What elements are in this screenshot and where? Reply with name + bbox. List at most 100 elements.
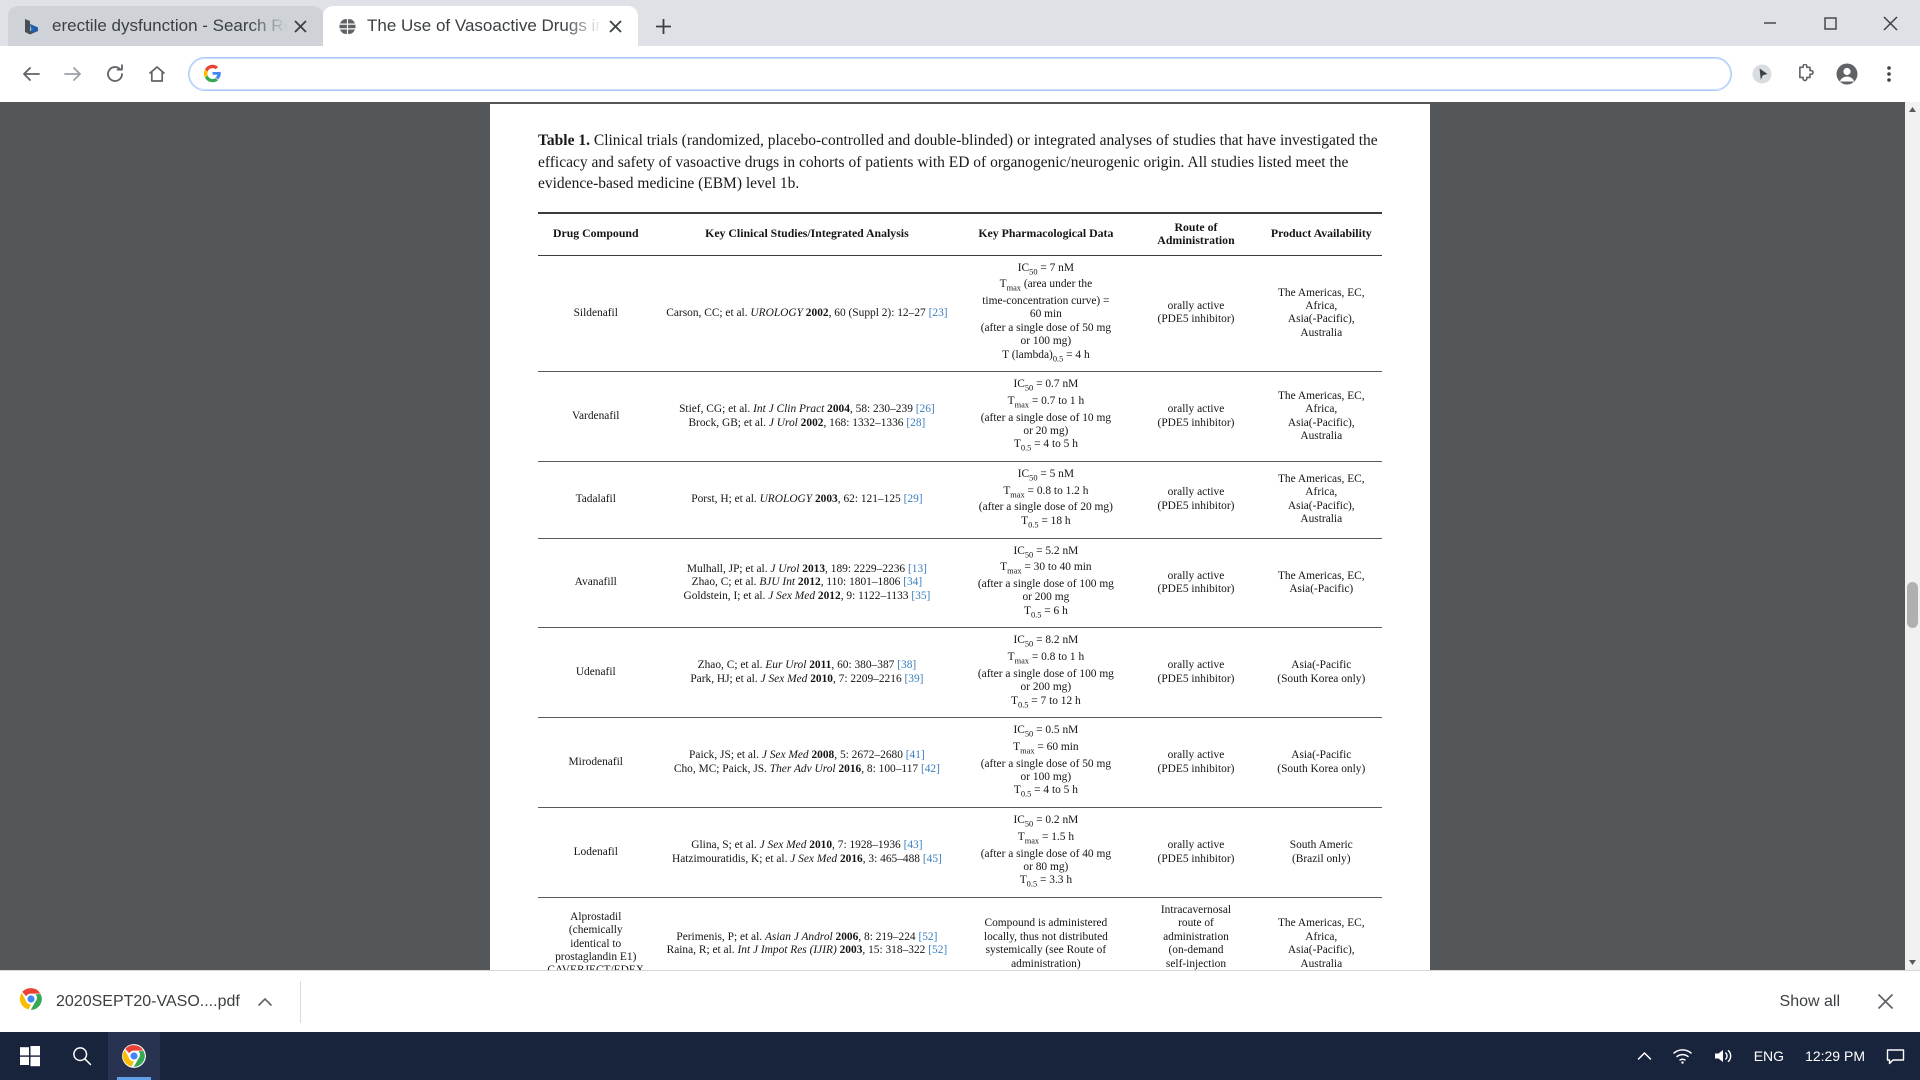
cell-drug-compound: Udenafil [575, 666, 616, 679]
three-dot-menu-icon[interactable] [1870, 55, 1908, 93]
cell-drug-compound: Sildenafil [573, 306, 618, 319]
system-tray: ENG 12:29 PM [1628, 1032, 1920, 1080]
tab-search-results[interactable]: erectile dysfunction - Search Res [8, 6, 323, 46]
reference-link[interactable]: [39] [905, 673, 924, 685]
reference-link[interactable]: [35] [911, 590, 930, 602]
table-row: Udenafil Zhao, C; et al. Eur Urol 2011, 6… [538, 628, 1382, 718]
cell-key-pharmacological-data: IC50 = 5 nM Tmax = 0.8 to 1.2 h (after a s… [978, 468, 1113, 530]
share-cursor-icon[interactable] [1744, 55, 1782, 93]
reference-link[interactable]: [52] [928, 944, 947, 956]
reference-link[interactable]: [26] [916, 403, 935, 415]
reference-link[interactable]: [34] [903, 576, 922, 588]
cell-product-availability: Asia(-Pacific (South Korea only) [1277, 659, 1366, 685]
new-tab-button[interactable] [646, 9, 680, 43]
reference-link[interactable]: [52] [918, 931, 937, 943]
scrollbar-thumb[interactable] [1907, 582, 1918, 628]
window-controls [1740, 0, 1920, 46]
cell-key-pharmacological-data: IC50 = 0.2 nM Tmax = 1.5 h (after a single… [980, 814, 1112, 889]
reference-link[interactable]: [38] [897, 659, 916, 671]
chevron-up-icon[interactable] [252, 989, 278, 1015]
taskbar-search-icon[interactable] [56, 1032, 108, 1080]
reference-link[interactable]: [43] [904, 839, 923, 851]
cell-drug-compound: Alprostadil (chemically identical to prosta… [547, 910, 644, 970]
caption-text: Clinical trials (randomized, placebo-con… [538, 132, 1378, 192]
cell-key-clinical-studies: Stief, CG; et al. Int J Clin Pract 2004,… [679, 403, 935, 429]
home-icon[interactable] [138, 55, 176, 93]
cell-route-of-administration: orally active (PDE5 inhibitor) [1157, 403, 1235, 429]
cell-drug-compound: Avanafill [574, 576, 617, 589]
tab-title: erectile dysfunction - Search Res [52, 16, 287, 35]
language-indicator[interactable]: ENG [1745, 1032, 1793, 1080]
tab-title: The Use of Vasoactive Drugs in th [367, 16, 602, 35]
close-window-button[interactable] [1860, 0, 1920, 46]
cell-route-of-administration: orally active (PDE5 inhibitor) [1157, 749, 1235, 775]
address-bar[interactable] [188, 57, 1732, 91]
cell-key-clinical-studies: Porst, H; et al. UROLOGY 2003, 62: 121–1… [691, 493, 923, 506]
table-row: Vardenafil Stief, CG; et al. Int J Clin P… [538, 372, 1382, 462]
reference-link[interactable]: [28] [906, 417, 925, 429]
cell-product-availability: South Americ (Brazil only) [1289, 839, 1353, 865]
forward-arrow-icon[interactable] [54, 55, 92, 93]
show-all-downloads-button[interactable]: Show all [1764, 984, 1856, 1020]
back-arrow-icon[interactable] [12, 55, 50, 93]
windows-start-icon[interactable] [4, 1032, 56, 1080]
close-icon[interactable] [602, 13, 628, 39]
cell-product-availability: The Americas, EC, Africa, Asia(-Pacific), A… [1277, 472, 1365, 526]
table-row: Alprostadil (chemically identical to prosta… [538, 898, 1382, 970]
speaker-volume-icon[interactable] [1704, 1032, 1743, 1080]
google-icon [203, 64, 223, 84]
bing-icon [22, 16, 42, 36]
cell-product-availability: The Americas, EC, Africa, Asia(-Pacific), A… [1277, 917, 1365, 970]
cell-route-of-administration: orally active (PDE5 inhibitor) [1157, 569, 1235, 595]
notifications-icon[interactable] [1877, 1032, 1914, 1080]
table-row: Tadalafil Porst, H; et al. UROLOGY 2003, … [538, 462, 1382, 539]
close-icon[interactable] [287, 13, 313, 39]
browser-toolbar [0, 46, 1920, 102]
cell-product-availability: Asia(-Pacific (South Korea only) [1277, 749, 1366, 775]
cell-product-availability: The Americas, EC, Africa, Asia(-Pacific), A… [1277, 389, 1365, 443]
scroll-down-arrow-icon[interactable] [1905, 955, 1920, 970]
cell-key-pharmacological-data: IC50 = 0.5 nM Tmax = 60 min (after a singl… [980, 724, 1112, 799]
reference-link[interactable]: [45] [923, 853, 942, 865]
tab-vasoactive-drugs[interactable]: The Use of Vasoactive Drugs in th [323, 6, 638, 46]
cell-drug-compound: Mirodenafil [568, 756, 623, 769]
tray-chevron-icon[interactable] [1628, 1032, 1661, 1080]
table-row: Mirodenafil Paick, JS; et al. J Sex Med 2… [538, 718, 1382, 808]
reference-link[interactable]: [23] [929, 307, 948, 319]
vertical-scrollbar[interactable] [1905, 102, 1920, 970]
reference-link[interactable]: [41] [906, 749, 925, 761]
cell-key-pharmacological-data: IC50 = 7 nM Tmax (area under the time-conc… [980, 261, 1112, 363]
cell-key-pharmacological-data: IC50 = 8.2 nM Tmax = 0.8 to 1 h (after a s… [977, 634, 1114, 709]
col-header-drug-compound: Drug Compound [552, 226, 639, 241]
scroll-up-arrow-icon[interactable] [1905, 102, 1920, 117]
wifi-icon[interactable] [1663, 1032, 1702, 1080]
address-input[interactable] [233, 65, 1717, 83]
cell-route-of-administration: orally active (PDE5 inhibitor) [1157, 486, 1235, 512]
download-item[interactable]: 2020SEPT20-VASO....pdf [18, 980, 301, 1023]
reference-link[interactable]: [13] [908, 563, 927, 575]
minimize-button[interactable] [1740, 0, 1800, 46]
table-caption: Table 1. Clinical trials (randomized, pl… [538, 130, 1382, 195]
reference-link[interactable]: [29] [904, 493, 923, 505]
col-header-key-clinical-studies: Key Clinical Studies/Integrated Analysis [705, 226, 909, 241]
table-body: Sildenafil Carson, CC; et al. UROLOGY 200… [538, 255, 1382, 970]
cell-key-clinical-studies: Paick, JS; et al. J Sex Med 2008, 5: 267… [673, 749, 940, 775]
col-header-route-of-administration: Route of Administration [1157, 219, 1235, 247]
maximize-button[interactable] [1800, 0, 1860, 46]
reference-link[interactable]: [42] [921, 763, 940, 775]
pdf-viewer: Table 1. Clinical trials (randomized, pl… [0, 102, 1920, 970]
cell-route-of-administration: Intracavernosal route of administration (on… [1160, 904, 1232, 970]
profile-icon[interactable] [1828, 55, 1866, 93]
browser-window: erectile dysfunction - Search Res The Us… [0, 0, 1920, 1080]
cell-drug-compound: Tadalafil [575, 493, 616, 506]
cell-key-pharmacological-data: IC50 = 0.7 nM Tmax = 0.7 to 1 h (after a s… [980, 378, 1112, 453]
table-row: Sildenafil Carson, CC; et al. UROLOGY 200… [538, 255, 1382, 372]
taskbar-clock[interactable]: 12:29 PM [1795, 1032, 1875, 1080]
puzzle-extensions-icon[interactable] [1786, 55, 1824, 93]
close-download-bar-icon[interactable] [1868, 985, 1902, 1019]
reload-icon[interactable] [96, 55, 134, 93]
tab-strip: erectile dysfunction - Search Res The Us… [0, 0, 1920, 46]
taskbar-chrome-icon[interactable] [108, 1032, 160, 1080]
download-file-name: 2020SEPT20-VASO....pdf [56, 992, 240, 1010]
download-bar: 2020SEPT20-VASO....pdf Show all [0, 970, 1920, 1032]
